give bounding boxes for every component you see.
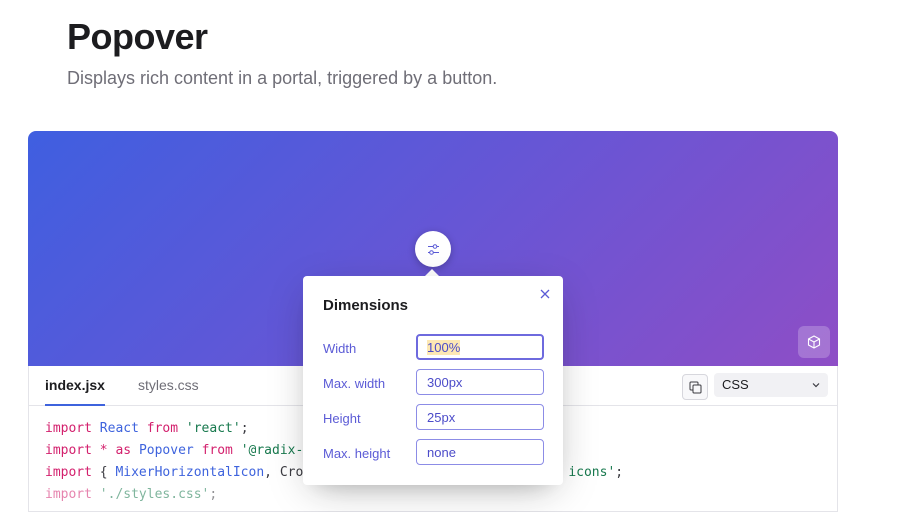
max-width-input[interactable] <box>416 369 544 395</box>
width-input-value: 100% <box>427 340 461 355</box>
page-subtitle: Displays rich content in a portal, trigg… <box>67 68 498 88</box>
tab-index-jsx[interactable]: index.jsx <box>45 366 105 406</box>
cube-icon <box>807 335 821 349</box>
height-input[interactable] <box>416 404 544 430</box>
max-height-label: Max. height <box>323 446 391 461</box>
language-select[interactable]: CSS <box>714 373 828 397</box>
width-label: Width <box>323 341 357 356</box>
language-select-value: CSS <box>722 377 749 392</box>
mixer-horizontal-icon <box>427 243 439 255</box>
cross-icon <box>540 289 550 299</box>
page-title: Popover <box>67 16 208 57</box>
max-height-input[interactable] <box>416 439 544 465</box>
tab-styles-css[interactable]: styles.css <box>138 366 199 405</box>
close-popover-button[interactable] <box>537 286 553 302</box>
dimensions-popover: Dimensions Width 100% Max. width Height … <box>303 276 563 485</box>
chevron-down-icon <box>812 383 820 388</box>
height-label: Height <box>323 411 361 426</box>
copy-code-button[interactable] <box>682 374 708 400</box>
max-width-label: Max. width <box>323 376 386 391</box>
open-sandbox-button[interactable] <box>798 326 830 358</box>
popover-title: Dimensions <box>323 297 409 314</box>
copy-icon <box>689 381 701 393</box>
code-line: import './styles.css'; <box>45 487 218 502</box>
width-input[interactable]: 100% <box>416 334 544 360</box>
popover-trigger-button[interactable] <box>415 231 451 267</box>
